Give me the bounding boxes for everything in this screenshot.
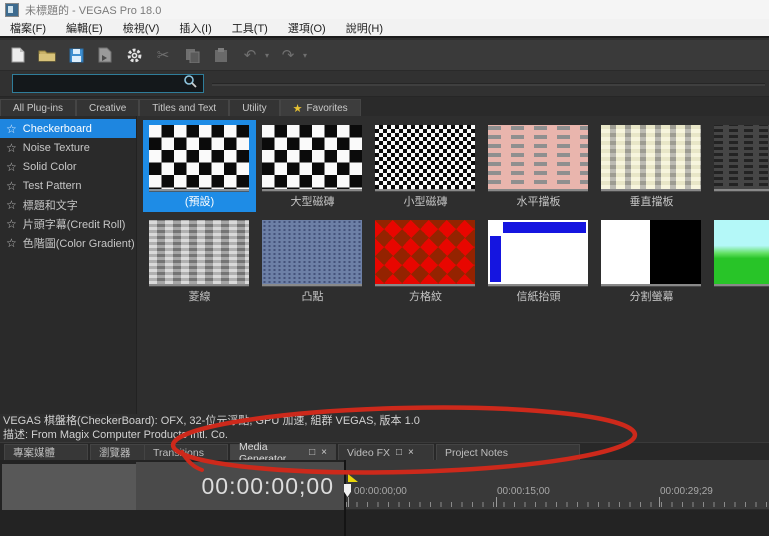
preset-thumbnail: [488, 125, 588, 189]
favorite-star-icon[interactable]: ☆: [6, 179, 17, 193]
preset-thumbnail: [601, 125, 701, 189]
favorites-star-icon: ★: [292, 102, 303, 115]
preset-grid: (預設) 大型磁磚 小型磁磚 水平擋板 垂直擋板 菱線 凸點 方格紋 信紙抬頭 …: [137, 116, 769, 414]
restore-window-icon[interactable]: □: [396, 447, 402, 458]
tab-media-generator[interactable]: Media Generator □ ×: [230, 441, 336, 465]
preset-vertical-blinds[interactable]: 垂直擋板: [595, 120, 708, 212]
dock-tab-bar: 專案媒體 瀏覽器 Transitions Media Generator □ ×…: [0, 441, 769, 465]
sidebar-item-solid-color[interactable]: ☆ Solid Color: [0, 157, 136, 176]
tab-titles-and-text[interactable]: Titles and Text: [139, 99, 230, 116]
undo-dropdown-icon[interactable]: ▾: [265, 51, 269, 60]
timeline-area: 00:00:00;00 00:00:00;00 00:00:15;00 00:0…: [0, 460, 769, 536]
preset-split-screen[interactable]: 分割螢幕: [595, 215, 708, 307]
open-project-icon[interactable]: [37, 45, 57, 65]
menu-bar: 檔案(F) 編輯(E) 檢視(V) 插入(I) 工具(T) 選項(O) 說明(H…: [0, 19, 769, 38]
vegas-pro-window: 未標題的 - VEGAS Pro 18.0 檔案(F) 編輯(E) 檢視(V) …: [0, 0, 769, 536]
preset-thumbnail: [262, 125, 362, 189]
menu-help[interactable]: 說明(H): [336, 20, 393, 36]
preset-thumbnail: [149, 220, 249, 284]
plugin-tab-bar: All Plug-ins Creative Titles and Text Ut…: [0, 97, 769, 116]
preset-small-tiles[interactable]: 小型磁磚: [369, 120, 482, 212]
render-as-icon[interactable]: [95, 45, 115, 65]
new-project-icon[interactable]: [8, 45, 28, 65]
favorite-star-icon[interactable]: ☆: [6, 217, 17, 231]
favorite-star-icon[interactable]: ☆: [6, 122, 17, 136]
menu-insert[interactable]: 插入(I): [169, 20, 221, 36]
plugin-info-line2: 描述: From Magix Computer Products Intl. C…: [3, 429, 228, 441]
preset-bumps[interactable]: 凸點: [256, 215, 369, 307]
redo-dropdown-icon[interactable]: ▾: [303, 51, 307, 60]
preset-thumbnail: [149, 125, 249, 189]
sidebar-item-noise-texture[interactable]: ☆ Noise Texture: [0, 138, 136, 157]
title-bar: 未標題的 - VEGAS Pro 18.0: [0, 0, 769, 19]
track-list-header[interactable]: [2, 464, 136, 510]
menu-view[interactable]: 檢視(V): [113, 20, 170, 36]
preset-letterhead[interactable]: 信紙抬頭: [482, 215, 595, 307]
sidebar-item-checkerboard[interactable]: ☆ Checkerboard: [0, 119, 136, 138]
favorite-star-icon[interactable]: ☆: [6, 198, 17, 212]
preset-checkered[interactable]: 方格紋: [369, 215, 482, 307]
menu-file[interactable]: 檔案(F): [0, 20, 56, 36]
sidebar-item-test-pattern[interactable]: ☆ Test Pattern: [0, 176, 136, 195]
redo-icon[interactable]: ↷: [278, 45, 298, 65]
close-icon[interactable]: ×: [321, 447, 327, 458]
sidebar-item-credit-roll[interactable]: ☆ 片頭字幕(Credit Roll): [0, 214, 136, 233]
search-input[interactable]: [12, 74, 204, 93]
tab-video-fx[interactable]: Video FX □ ×: [338, 444, 434, 460]
plugin-info: VEGAS 棋盤格(CheckerBoard): OFX, 32-位元浮點, G…: [0, 414, 769, 442]
preset-horizontal-blinds[interactable]: 水平擋板: [482, 120, 595, 212]
undo-icon[interactable]: ↶: [240, 45, 260, 65]
main-toolbar: ✂ ↶ ▾ ↷ ▾: [0, 40, 769, 71]
paste-icon[interactable]: [211, 45, 231, 65]
plugin-info-line1: VEGAS 棋盤格(CheckerBoard): OFX, 32-位元浮點, G…: [3, 415, 420, 427]
preset-thumbnail: [601, 220, 701, 284]
tab-creative[interactable]: Creative: [76, 99, 140, 116]
preset-diamond-lines[interactable]: 菱線: [143, 215, 256, 307]
tab-favorites[interactable]: ★ Favorites: [279, 99, 361, 116]
cut-icon[interactable]: ✂: [153, 45, 173, 65]
tab-all-plugins[interactable]: All Plug-ins: [0, 99, 77, 116]
dock-divider: [212, 83, 765, 86]
loop-marker-icon[interactable]: [348, 474, 358, 482]
preset-large-tiles[interactable]: 大型磁磚: [256, 120, 369, 212]
app-icon: [5, 2, 19, 17]
search-icon: [183, 74, 197, 93]
tab-utility[interactable]: Utility: [229, 99, 280, 116]
window-title: 未標題的 - VEGAS Pro 18.0: [25, 4, 162, 17]
preset-thumbnail: [262, 220, 362, 284]
preset-partial-1[interactable]: [708, 120, 769, 212]
project-properties-gear-icon[interactable]: [124, 45, 144, 65]
preset-thumbnail: [488, 220, 588, 284]
favorite-star-icon[interactable]: ☆: [6, 141, 17, 155]
preset-default[interactable]: (預設): [143, 120, 256, 212]
preset-thumbnail: [714, 220, 769, 284]
menu-options[interactable]: 選項(O): [278, 20, 336, 36]
search-row: [0, 71, 769, 97]
preset-partial-2[interactable]: [708, 215, 769, 307]
menu-tools[interactable]: 工具(T): [222, 20, 278, 36]
preset-thumbnail: [714, 125, 769, 189]
preset-thumbnail: [375, 125, 475, 189]
sidebar-item-titles-text[interactable]: ☆ 標題和文字: [0, 195, 136, 214]
timecode-display[interactable]: 00:00:00;00: [136, 462, 344, 510]
ruler-ticks: [346, 502, 769, 507]
playhead-cursor-icon[interactable]: [344, 484, 351, 497]
sidebar-item-color-gradient[interactable]: ☆ 色階圖(Color Gradient): [0, 233, 136, 252]
favorite-star-icon[interactable]: ☆: [6, 236, 17, 250]
save-project-icon[interactable]: [66, 45, 86, 65]
preset-thumbnail: [375, 220, 475, 284]
restore-window-icon[interactable]: □: [309, 447, 315, 458]
menu-edit[interactable]: 編輯(E): [56, 20, 113, 36]
generator-list: ☆ Checkerboard ☆ Noise Texture ☆ Solid C…: [0, 116, 137, 414]
tab-project-media[interactable]: 專案媒體: [4, 444, 88, 460]
copy-icon[interactable]: [182, 45, 202, 65]
favorite-star-icon[interactable]: ☆: [6, 160, 17, 174]
close-icon[interactable]: ×: [408, 447, 414, 458]
tab-transitions[interactable]: Transitions: [144, 444, 228, 460]
timeline-ruler[interactable]: 00:00:00;00 00:00:15;00 00:00:29;29: [344, 460, 769, 510]
tab-project-notes[interactable]: Project Notes: [436, 444, 580, 460]
